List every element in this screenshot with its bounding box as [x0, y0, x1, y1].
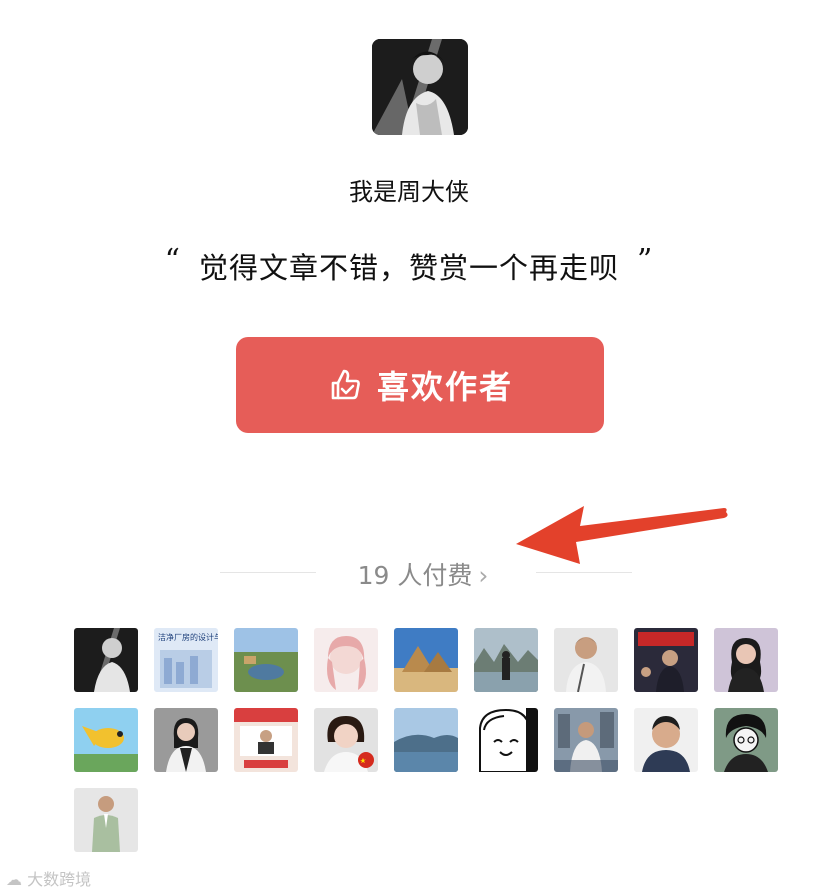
quote-open-mark: “	[164, 243, 181, 278]
supporter-avatar-6[interactable]	[474, 628, 538, 692]
supporter-avatar-7[interactable]	[554, 628, 618, 692]
payer-count-text: 19 人付费	[357, 561, 473, 590]
supporter-avatar-9[interactable]	[714, 628, 778, 692]
supporter-avatar-13[interactable]	[314, 708, 378, 772]
supporter-avatar-17[interactable]	[634, 708, 698, 772]
quote-text: 觉得文章不错，赞赏一个再走呗	[198, 251, 619, 285]
supporter-avatar-14[interactable]	[394, 708, 458, 772]
like-author-button[interactable]: 喜欢作者	[236, 337, 604, 433]
supporter-avatar-4[interactable]	[314, 628, 378, 692]
supporter-avatar-11[interactable]	[154, 708, 218, 772]
supporter-avatar-1[interactable]	[74, 628, 138, 692]
book-title-text: 洁净厂房的设计与施工	[158, 632, 218, 642]
supporter-avatar-18[interactable]	[714, 708, 778, 772]
supporter-avatar-5[interactable]	[394, 628, 458, 692]
author-avatar-image	[372, 39, 468, 135]
supporter-avatar-12[interactable]	[234, 708, 298, 772]
appreciation-quote: “ 觉得文章不错，赞赏一个再走呗 ”	[0, 243, 818, 287]
watermark: ☁ 大数跨境	[6, 866, 91, 890]
divider-right	[536, 572, 632, 573]
supporter-avatar-3[interactable]	[234, 628, 298, 692]
annotation-arrow-icon	[516, 506, 728, 564]
supporter-avatar-2[interactable]: 洁净厂房的设计与施工	[154, 628, 218, 692]
watermark-text: 大数跨境	[27, 870, 92, 889]
like-author-label: 喜欢作者	[376, 368, 513, 406]
thumb-up-icon	[327, 367, 363, 403]
supporter-avatar-8[interactable]	[634, 628, 698, 692]
supporter-avatar-15[interactable]	[474, 708, 538, 772]
payer-count-link[interactable]: 19 人付费 ›	[318, 556, 528, 592]
author-name: 我是周大侠	[349, 178, 469, 206]
supporter-avatar-10[interactable]	[74, 708, 138, 772]
author-avatar[interactable]	[372, 39, 468, 135]
divider-left	[220, 572, 316, 573]
quote-close-mark: ”	[637, 243, 654, 278]
watermark-logo-icon: ☁	[6, 870, 22, 889]
chevron-right-icon: ›	[478, 561, 489, 590]
supporter-avatar-16[interactable]	[554, 708, 618, 772]
supporter-avatar-19[interactable]	[74, 788, 138, 852]
